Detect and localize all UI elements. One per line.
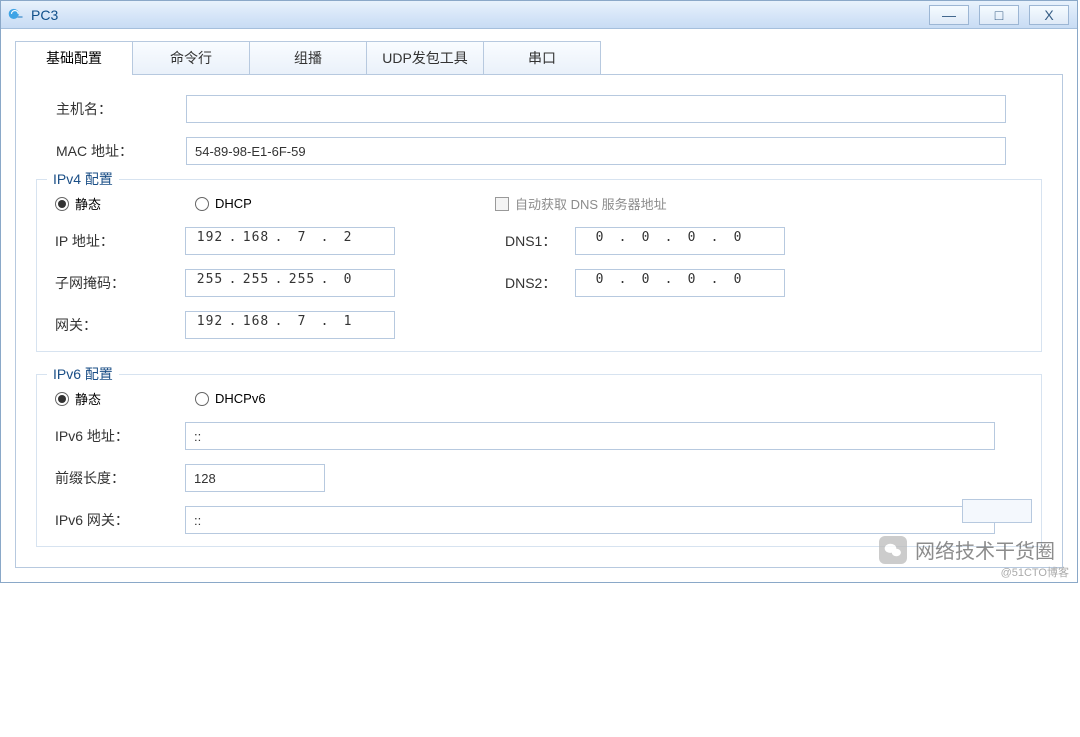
tab-body: 主机名： MAC 地址： IPv4 配置 静态 DHCP — [15, 74, 1063, 568]
tab-serial[interactable]: 串口 — [483, 41, 601, 74]
ipv6-addr-input[interactable] — [185, 422, 995, 450]
ipv4-right-col: DNS1： 0.0.0.0 DNS2： 0.0.0.0 — [505, 227, 785, 339]
ipv6-prefix-label: 前缀长度： — [55, 468, 185, 488]
mac-input[interactable] — [186, 137, 1006, 165]
maximize-button[interactable]: □ — [979, 5, 1019, 25]
ipv4-radio-static-row: 静态 — [55, 194, 195, 213]
ip-input[interactable]: 192.168.7.2 — [185, 227, 395, 255]
ipv4-group: IPv4 配置 静态 DHCP 自动获取 DNS 服务器地址 — [36, 179, 1042, 352]
ipv4-radio-dhcp-label: DHCP — [215, 196, 252, 211]
apply-button[interactable] — [962, 499, 1032, 523]
ipv6-group-title: IPv6 配置 — [47, 364, 119, 384]
auto-dns-label: 自动获取 DNS 服务器地址 — [515, 194, 667, 213]
ipv6-radio-static[interactable] — [55, 392, 69, 406]
app-window: PC3 — □ X 基础配置 命令行 组播 UDP发包工具 串口 主机名： MA… — [0, 0, 1078, 583]
ipv6-radio-dhcp[interactable] — [195, 392, 209, 406]
row-mac: MAC 地址： — [36, 137, 1042, 165]
minimize-button[interactable]: — — [929, 5, 969, 25]
mask-input[interactable]: 255.255.255.0 — [185, 269, 395, 297]
dns2-label: DNS2： — [505, 273, 575, 293]
ipv4-left-col: IP 地址： 192.168.7.2 子网掩码： 255.255.255.0 — [55, 227, 395, 339]
window-controls: — □ X — [929, 5, 1073, 25]
ipv6-radio-dhcp-label: DHCPv6 — [215, 391, 266, 406]
content-area: 基础配置 命令行 组播 UDP发包工具 串口 主机名： MAC 地址： IPv4… — [1, 29, 1077, 582]
ipv4-radio-dhcp-row: DHCP — [195, 196, 495, 211]
tab-multicast[interactable]: 组播 — [249, 41, 367, 74]
ipv6-radio-static-row: 静态 — [55, 389, 195, 408]
ipv6-radio-dhcp-row: DHCPv6 — [195, 391, 266, 406]
titlebar: PC3 — □ X — [1, 1, 1077, 29]
app-icon — [7, 6, 25, 24]
tab-udp[interactable]: UDP发包工具 — [366, 41, 484, 74]
ipv6-group: IPv6 配置 静态 DHCPv6 IPv6 地址： 前 — [36, 374, 1042, 547]
ipv4-radio-dhcp[interactable] — [195, 197, 209, 211]
tab-cli[interactable]: 命令行 — [132, 41, 250, 74]
tabs-header: 基础配置 命令行 组播 UDP发包工具 串口 — [15, 41, 1063, 74]
ipv6-radio-static-label: 静态 — [75, 389, 101, 408]
ipv4-two-col: IP 地址： 192.168.7.2 子网掩码： 255.255.255.0 — [55, 227, 1023, 339]
dns1-label: DNS1： — [505, 231, 575, 251]
window-title: PC3 — [31, 7, 929, 23]
ipv6-gw-label: IPv6 网关： — [55, 510, 185, 530]
dns1-input[interactable]: 0.0.0.0 — [575, 227, 785, 255]
auto-dns-row: 自动获取 DNS 服务器地址 — [495, 194, 667, 213]
mac-label: MAC 地址： — [56, 141, 186, 161]
gateway-label: 网关： — [55, 315, 185, 335]
ipv6-addr-label: IPv6 地址： — [55, 426, 185, 446]
ipv4-radio-static-label: 静态 — [75, 194, 101, 213]
ipv6-prefix-input[interactable] — [185, 464, 325, 492]
gateway-input[interactable]: 192.168.7.1 — [185, 311, 395, 339]
hostname-label: 主机名： — [56, 99, 186, 119]
row-hostname: 主机名： — [36, 95, 1042, 123]
ipv4-radio-static[interactable] — [55, 197, 69, 211]
dns2-input[interactable]: 0.0.0.0 — [575, 269, 785, 297]
ipv6-gw-input[interactable] — [185, 506, 995, 534]
hostname-input[interactable] — [186, 95, 1006, 123]
mask-label: 子网掩码： — [55, 273, 185, 293]
auto-dns-checkbox[interactable] — [495, 197, 509, 211]
ipv4-group-title: IPv4 配置 — [47, 169, 119, 189]
tab-basic[interactable]: 基础配置 — [15, 41, 133, 74]
close-button[interactable]: X — [1029, 5, 1069, 25]
ip-label: IP 地址： — [55, 231, 185, 251]
